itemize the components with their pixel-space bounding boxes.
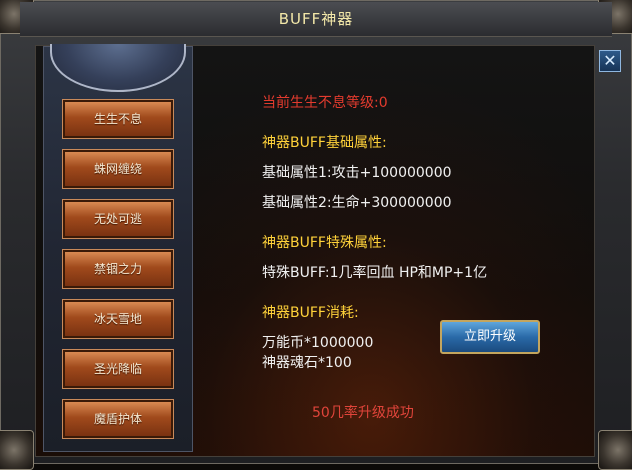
corner-ornament — [0, 430, 34, 470]
menu-button-shengguang[interactable]: 圣光降临 — [62, 349, 174, 389]
base-attr-2: 基础属性2:生命+300000000 — [262, 195, 452, 211]
close-icon[interactable]: ✕ — [599, 50, 621, 72]
menu-button-shengsheng[interactable]: 生生不息 — [62, 99, 174, 139]
menu-button-zhuwang[interactable]: 蛛网缠绕 — [62, 149, 174, 189]
upgrade-button[interactable]: 立即升级 — [440, 320, 540, 354]
menu-button-wuchu[interactable]: 无处可逃 — [62, 199, 174, 239]
special-attr-title: 神器BUFF特殊属性: — [262, 235, 387, 251]
current-level-text: 当前生生不息等级:0 — [262, 95, 388, 111]
menu-button-modun[interactable]: 魔盾护体 — [62, 399, 174, 439]
cost-title: 神器BUFF消耗: — [262, 305, 359, 321]
cost-item-2: 神器魂石*100 — [262, 355, 352, 371]
menu-button-jingu[interactable]: 禁锢之力 — [62, 249, 174, 289]
special-attr: 特殊BUFF:1几率回血 HP和MP+1亿 — [262, 265, 488, 281]
menu-button-bingtian[interactable]: 冰天雪地 — [62, 299, 174, 339]
base-attr-title: 神器BUFF基础属性: — [262, 135, 387, 151]
success-rate-text: 50几率升级成功 — [312, 405, 414, 421]
base-attr-1: 基础属性1:攻击+100000000 — [262, 165, 452, 181]
corner-ornament — [598, 430, 632, 470]
cost-item-1: 万能币*1000000 — [262, 335, 374, 351]
window-title: BUFF神器 — [20, 2, 612, 37]
